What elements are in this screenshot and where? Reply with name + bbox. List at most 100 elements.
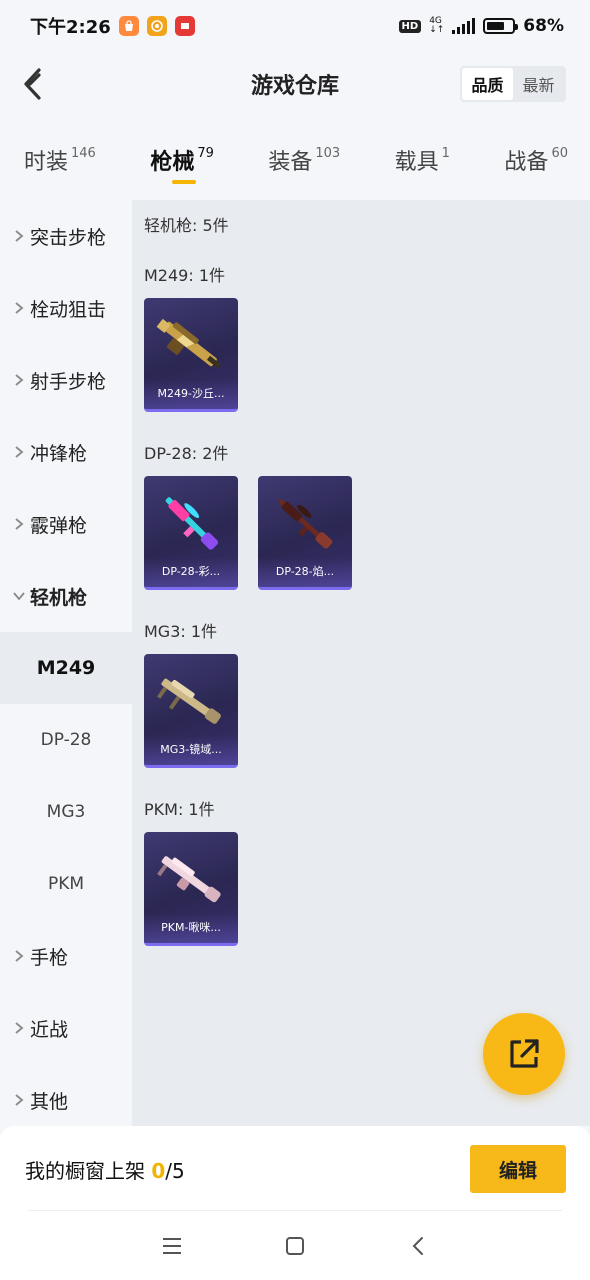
sidebar-item-label: 近战 bbox=[30, 1018, 69, 1041]
tab-label: 枪械 bbox=[150, 150, 195, 175]
chevron-right-icon bbox=[12, 949, 26, 963]
menu-button[interactable] bbox=[152, 1226, 192, 1266]
news-app-icon bbox=[174, 16, 195, 36]
sidebar-item-label: 手枪 bbox=[30, 946, 69, 969]
edit-button[interactable]: 编辑 bbox=[470, 1145, 566, 1193]
chevron-right-icon bbox=[12, 517, 26, 531]
tab-label: 时装 bbox=[24, 150, 69, 175]
network-type: 4G ↓↑ bbox=[429, 17, 444, 35]
divider bbox=[28, 1210, 562, 1211]
showcase-total-count: /5 bbox=[165, 1158, 185, 1183]
tab-firearms[interactable]: 枪械 79 bbox=[150, 136, 214, 192]
sidebar-item-pistol[interactable]: 手枪 bbox=[0, 920, 132, 992]
status-time: 下午2:26 bbox=[30, 17, 111, 38]
back-arrow-icon bbox=[24, 68, 41, 100]
status-bar: 下午2:26 HD 4G ↓↑ 68% bbox=[0, 0, 590, 52]
group-title-m249: M249: 1件 bbox=[144, 266, 226, 285]
chevron-right-icon bbox=[12, 1093, 26, 1107]
back-chevron-icon bbox=[412, 1237, 424, 1255]
m249-skin-image bbox=[156, 318, 222, 369]
weapon-skin-card[interactable]: PKM-啾咪... bbox=[144, 832, 238, 946]
home-button[interactable] bbox=[275, 1226, 315, 1266]
card-row-mg3: MG3-镜域... bbox=[144, 654, 590, 768]
share-button[interactable] bbox=[483, 1013, 565, 1095]
card-row-m249: M249-沙丘... bbox=[144, 298, 590, 412]
sidebar-item-label: 突击步枪 bbox=[30, 226, 107, 249]
sidebar-item-melee[interactable]: 近战 bbox=[0, 992, 132, 1064]
tab-label: 装备 bbox=[268, 150, 313, 175]
battery-percent: 68% bbox=[523, 16, 564, 36]
sidebar-item-label: 其他 bbox=[30, 1090, 69, 1113]
sidebar-item-smg[interactable]: 冲锋枪 bbox=[0, 416, 132, 488]
weapon-skin-name: DP-28-焰... bbox=[275, 565, 335, 578]
page-title: 游戏仓库 bbox=[250, 74, 339, 99]
weapon-skin-card[interactable]: M249-沙丘... bbox=[144, 298, 238, 412]
sidebar-item-label: 轻机枪 bbox=[30, 586, 88, 609]
chevron-down-icon bbox=[12, 589, 26, 603]
tab-count: 146 bbox=[71, 146, 96, 161]
home-square-icon bbox=[285, 1237, 304, 1255]
category-tabs: 时装 146 枪械 79 装备 103 载具 1 战备 60 bbox=[0, 136, 590, 192]
menu-icon bbox=[162, 1238, 181, 1254]
weapon-skin-card[interactable]: DP-28-彩... bbox=[144, 476, 238, 590]
system-back-button[interactable] bbox=[398, 1226, 438, 1266]
sidebar-item-lmg[interactable]: 轻机枪 bbox=[0, 560, 132, 632]
back-button[interactable] bbox=[14, 66, 50, 102]
battery-fill bbox=[487, 22, 504, 30]
chevron-right-icon bbox=[12, 1021, 26, 1035]
showcase-current-count: 0 bbox=[151, 1158, 166, 1183]
tab-combat-gear[interactable]: 战备 60 bbox=[504, 136, 568, 192]
card-row-pkm: PKM-啾咪... bbox=[144, 832, 590, 946]
card-row-dp28: DP-28-彩... DP-28-焰... bbox=[144, 476, 590, 590]
sidebar-item-shotgun[interactable]: 霰弹枪 bbox=[0, 488, 132, 560]
chevron-right-icon bbox=[12, 229, 26, 243]
sidebar-subitem-mg3[interactable]: MG3 bbox=[0, 776, 132, 848]
status-right: HD 4G ↓↑ 68% bbox=[398, 16, 564, 36]
sidebar-item-label: 霰弹枪 bbox=[30, 514, 88, 537]
group-title-pkm: PKM: 1件 bbox=[144, 800, 215, 819]
shopping-bag-app-icon bbox=[118, 16, 139, 36]
hd-badge: HD bbox=[398, 19, 422, 33]
weapon-type-sidebar: 突击步枪 栓动狙击 射手步枪 冲锋枪 霰弹枪 轻机枪 M249 DP-28 MG… bbox=[0, 200, 132, 1126]
sidebar-item-bolt-sniper[interactable]: 栓动狙击 bbox=[0, 272, 132, 344]
sidebar-item-marksman-rifle[interactable]: 射手步枪 bbox=[0, 344, 132, 416]
tab-fashion[interactable]: 时装 146 bbox=[24, 136, 96, 192]
tab-label: 战备 bbox=[504, 150, 549, 175]
sort-toggle: 品质 最新 bbox=[460, 66, 566, 102]
sidebar-item-label: 射手步枪 bbox=[30, 370, 107, 393]
signal-strength-icon bbox=[452, 18, 476, 34]
weapon-skin-name: MG3-镜域... bbox=[160, 743, 222, 756]
chevron-right-icon bbox=[12, 301, 26, 315]
showcase-label: 我的橱窗上架 bbox=[25, 1158, 145, 1183]
system-nav-bar bbox=[0, 1212, 590, 1280]
sort-newest-button[interactable]: 最新 bbox=[513, 68, 564, 100]
mg3-skin-image bbox=[157, 678, 221, 724]
network-arrows: ↓↑ bbox=[429, 25, 445, 35]
weapon-skin-name: M249-沙丘... bbox=[157, 387, 225, 400]
chevron-right-icon bbox=[12, 373, 26, 387]
sidebar-item-label: 冲锋枪 bbox=[30, 442, 88, 465]
tab-vehicles[interactable]: 载具 1 bbox=[395, 136, 450, 192]
sidebar-subitem-pkm[interactable]: PKM bbox=[0, 848, 132, 920]
tab-equipment[interactable]: 装备 103 bbox=[268, 136, 340, 192]
share-external-icon bbox=[510, 1039, 539, 1068]
active-tab-indicator bbox=[172, 180, 197, 184]
sidebar-subitem-dp28[interactable]: DP-28 bbox=[0, 704, 132, 776]
sidebar-subitem-m249[interactable]: M249 bbox=[0, 632, 132, 704]
tab-count: 79 bbox=[197, 146, 214, 161]
weapon-skin-card[interactable]: MG3-镜域... bbox=[144, 654, 238, 768]
tab-count: 103 bbox=[315, 146, 341, 161]
header: 游戏仓库 品质 最新 bbox=[0, 52, 590, 116]
tab-count: 1 bbox=[441, 146, 450, 161]
dp28-colorful-skin-image bbox=[165, 497, 219, 550]
spiral-app-icon bbox=[146, 16, 167, 36]
sidebar-item-assault-rifle[interactable]: 突击步枪 bbox=[0, 200, 132, 272]
battery-icon bbox=[483, 18, 519, 34]
chevron-right-icon bbox=[12, 445, 26, 459]
sidebar-item-label: 栓动狙击 bbox=[30, 298, 107, 321]
pkm-skin-image bbox=[157, 856, 221, 903]
sort-quality-button[interactable]: 品质 bbox=[462, 68, 513, 100]
weapon-skin-card[interactable]: DP-28-焰... bbox=[258, 476, 352, 590]
status-left: 下午2:26 bbox=[30, 13, 195, 39]
weapon-list-panel: 轻机枪: 5件 M249: 1件 M249-沙丘... DP-28: 2件 DP… bbox=[132, 200, 590, 1126]
